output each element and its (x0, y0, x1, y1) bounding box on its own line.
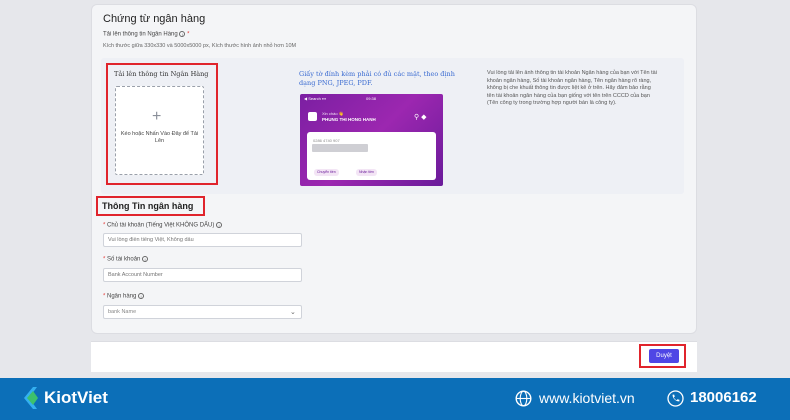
upload-guide-text: Vui lòng tải lên ảnh thông tin tài khoản… (487, 70, 657, 107)
info-icon: i (179, 31, 186, 37)
bank-name-label-text: Ngân hàng (107, 293, 137, 300)
required-mark: * (103, 256, 106, 263)
upload-label-text: Tải lên thông tin Ngân Hàng (103, 31, 178, 38)
size-note: Kích thước giữa 330x330 và 5000x5000 px,… (103, 43, 297, 49)
upload-box-title: Tải lên thông tin Ngân Hàng (114, 70, 209, 78)
bank-name-placeholder: bank Name (108, 309, 137, 315)
sample-account-name: PHUNG THI HONG HANH (322, 117, 376, 122)
redacted-balance (312, 144, 368, 152)
bank-logo-icon (308, 112, 317, 121)
account-number-label: * Số tài khoản i (103, 256, 149, 263)
account-number-input[interactable] (103, 268, 302, 282)
hotline-number[interactable]: 18006162 (690, 389, 757, 406)
holder-label-text: Chủ tài khoản (Tiếng Việt KHÔNG DẤU) (107, 222, 215, 229)
info-icon: i (138, 293, 145, 299)
info-icon: i (142, 256, 149, 262)
sample-account-number: 0286 4740 907 (313, 138, 340, 143)
approve-button[interactable]: Duyệt (649, 349, 679, 363)
dropzone-text: Kéo hoặc Nhấn Vào Đây để Tải Lên (120, 131, 199, 144)
website-link[interactable]: www.kiotviet.vn (539, 390, 635, 406)
phone-icon (667, 390, 684, 407)
account-number-label-text: Số tài khoản (107, 256, 141, 263)
globe-icon (515, 390, 532, 407)
sample-time: 09:38 (366, 96, 377, 101)
holder-label: * Chủ tài khoản (Tiếng Việt KHÔNG DẤU) i (103, 222, 223, 229)
required-mark: * (103, 222, 106, 229)
chevron-down-icon: ⌄ (290, 309, 296, 316)
bank-info-title: Thông Tin ngân hàng (102, 201, 194, 211)
sample-note: Giấy tờ đính kèm phải có đủ các mặt, the… (299, 70, 455, 87)
action-bar (91, 341, 697, 372)
upload-label: Tải lên thông tin Ngân Hàng i * (103, 31, 189, 38)
plus-icon: + (152, 108, 162, 125)
brand-name: KiotViet (44, 388, 108, 407)
section-title: Chứng từ ngân hàng (103, 13, 206, 25)
sample-greeting: Xin chào 👋 (322, 111, 344, 116)
sample-bank-app-image: ◀ Search ▪▪▪ 09:38 Xin chào 👋 PHUNG THI … (300, 94, 443, 186)
info-icon: i (216, 222, 223, 228)
search-bell-icons: ⚲ ◆ (414, 114, 427, 121)
sample-status-bar: ◀ Search ▪▪▪ (304, 96, 327, 101)
bank-name-select[interactable]: bank Name (103, 305, 302, 319)
bank-name-label: * Ngân hàng i (103, 293, 145, 300)
required-mark: * (103, 293, 106, 300)
kiotviet-logo-icon (24, 387, 38, 409)
required-mark: * (187, 31, 190, 38)
chip-receive: Nhận tiền (356, 169, 377, 176)
chip-transfer: Chuyển tiền (314, 169, 339, 176)
account-holder-input[interactable] (103, 233, 302, 247)
